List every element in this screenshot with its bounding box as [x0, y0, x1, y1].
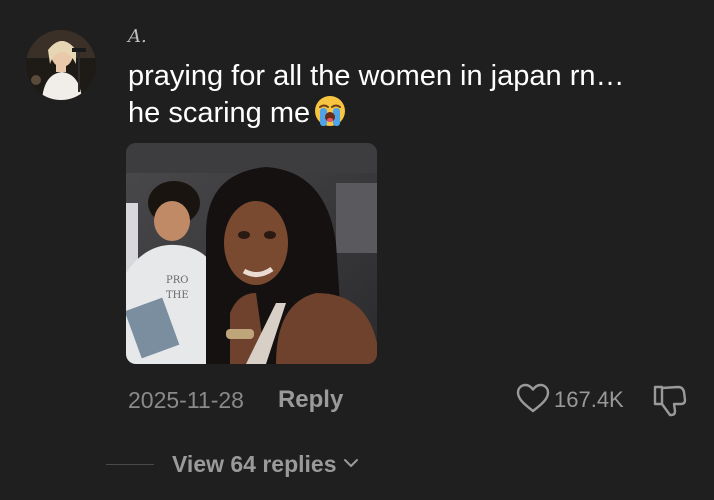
thumbs-down-outline-icon[interactable]	[652, 385, 688, 422]
avatar[interactable]	[26, 30, 96, 100]
comment-date: 2025-11-28	[128, 386, 244, 413]
replies-divider	[106, 463, 154, 465]
video-thumbnail-image: PRO THE	[126, 143, 377, 364]
reply-button[interactable]: Reply	[278, 386, 343, 414]
comment-item: A. praying for all the women in japan rn…	[0, 0, 714, 500]
username[interactable]: A.	[128, 26, 147, 47]
view-replies-label: View 64 replies	[172, 450, 337, 477]
comment-text-line-2-text: he scaring me	[128, 97, 311, 129]
svg-text:PRO: PRO	[166, 275, 188, 286]
comment-text-line-1: praying for all the women in japan rn…	[128, 60, 625, 92]
loudly-crying-face-emoji	[314, 95, 346, 137]
comment-meta-row: 2025-11-28 Reply	[128, 384, 343, 416]
svg-text:THE: THE	[166, 290, 189, 301]
like-button[interactable]: 167.4K	[516, 383, 624, 418]
video-thumbnail[interactable]: PRO THE	[126, 143, 377, 364]
avatar-image	[26, 30, 96, 100]
like-count: 167.4K	[554, 387, 624, 412]
chevron-down-icon	[343, 456, 359, 474]
comment-text: praying for all the women in japan rn… h…	[128, 58, 688, 137]
heart-outline-icon[interactable]	[516, 383, 550, 418]
dislike-button[interactable]	[652, 384, 688, 418]
comment-text-line-2: he scaring me	[128, 95, 688, 137]
view-replies-button[interactable]: View 64 replies	[106, 448, 359, 480]
